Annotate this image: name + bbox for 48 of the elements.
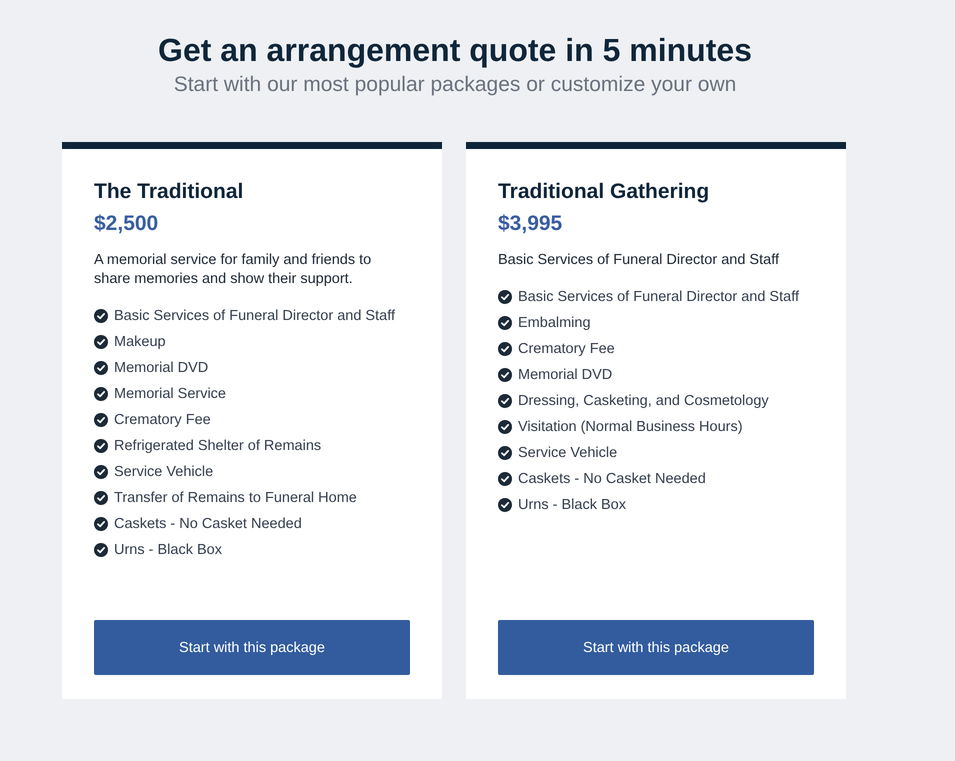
check-circle-icon [498, 368, 512, 382]
page-subtitle: Start with our most popular packages or customize your own [172, 72, 738, 98]
package-name: Traditional Gathering [498, 179, 710, 205]
included-item: Caskets - No Casket Needed [114, 515, 302, 534]
included-item: Memorial DVD [114, 359, 208, 378]
included-item: Urns - Black Box [518, 496, 626, 515]
check-circle-icon [498, 446, 512, 460]
check-circle-icon [94, 387, 108, 401]
included-item: Refrigerated Shelter of Remains [114, 437, 322, 456]
included-item: Makeup [114, 333, 166, 352]
check-circle-icon [498, 316, 512, 330]
check-circle-icon [94, 361, 108, 375]
included-item: Basic Services of Funeral Director and Staff [518, 288, 799, 307]
page-title: Get an arrangement quote in 5 minutes [158, 31, 752, 70]
included-item: Basic Services of Funeral Director and Staff [114, 307, 395, 326]
check-circle-icon [498, 420, 512, 434]
start-package-button[interactable]: Start with this package [94, 620, 410, 675]
included-item: Service Vehicle [518, 444, 618, 463]
check-circle-icon [94, 491, 108, 505]
package-price: $2,500 [94, 211, 160, 237]
included-item: Transfer of Remains to Funeral Home [114, 489, 357, 508]
package-description: Basic Services of Funeral Director and Staff [498, 251, 780, 270]
start-package-button[interactable]: Start with this package [498, 620, 814, 675]
package-price: $3,995 [498, 211, 564, 237]
check-circle-icon [94, 517, 108, 531]
included-item: Memorial DVD [518, 366, 612, 385]
check-circle-icon [94, 309, 108, 323]
check-circle-icon [498, 342, 512, 356]
check-circle-icon [94, 439, 108, 453]
check-circle-icon [498, 290, 512, 304]
included-item: Crematory Fee [114, 411, 211, 430]
package-name: The Traditional [94, 179, 244, 205]
check-circle-icon [94, 543, 108, 557]
included-item: Crematory Fee [518, 340, 615, 359]
included-item: Urns - Black Box [114, 541, 222, 560]
check-circle-icon [94, 413, 108, 427]
included-item: Caskets - No Casket Needed [518, 470, 706, 489]
included-item: Visitation (Normal Business Hours) [518, 418, 743, 437]
check-circle-icon [94, 465, 108, 479]
check-circle-icon [498, 498, 512, 512]
included-item: Embalming [518, 314, 591, 333]
package-description: A memorial service for family and friends to share memories and show their support. [94, 251, 372, 289]
check-circle-icon [498, 472, 512, 486]
included-item: Memorial Service [114, 385, 226, 404]
included-item: Service Vehicle [114, 463, 214, 482]
included-item: Dressing, Casketing, and Cosmetology [518, 392, 769, 411]
check-circle-icon [94, 335, 108, 349]
check-circle-icon [498, 394, 512, 408]
